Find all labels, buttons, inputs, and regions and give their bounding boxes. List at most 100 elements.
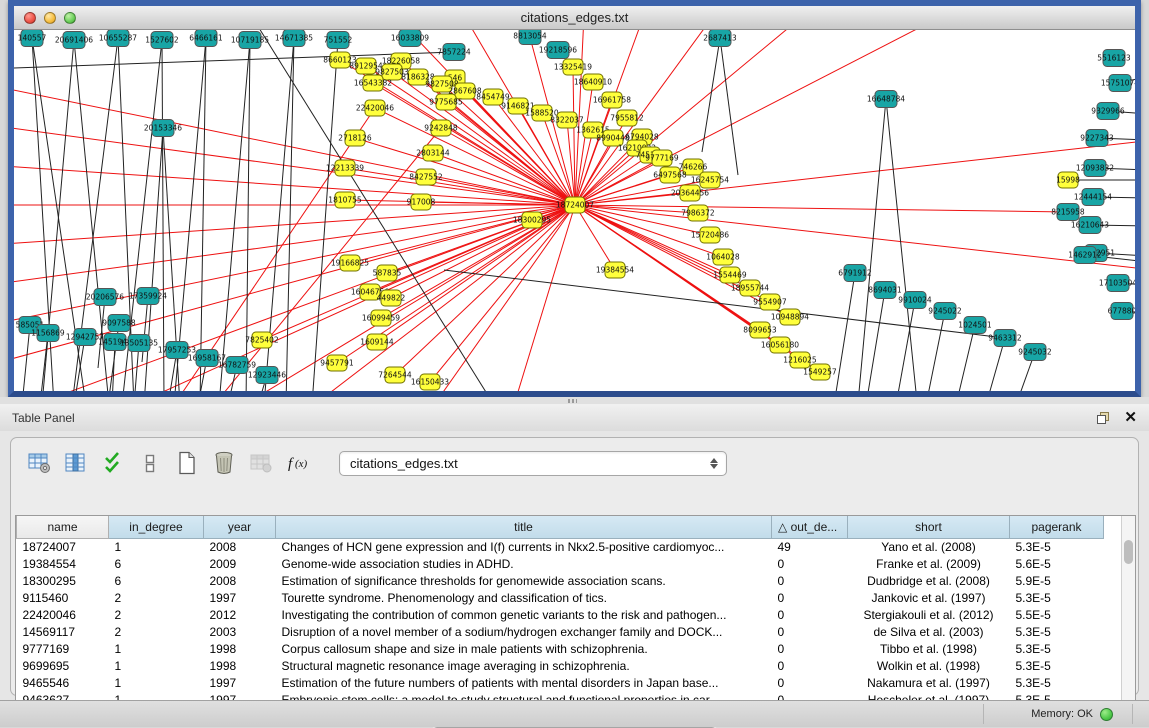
column-header-title[interactable]: title <box>276 516 772 538</box>
table-cell: Tourette syndrome. Phenomenology and cla… <box>276 589 772 606</box>
graph-edge[interactable] <box>859 99 886 391</box>
table-scrollbar-thumb[interactable] <box>1124 540 1133 564</box>
table-cell: Nakamura et al. (1997) <box>848 674 1010 691</box>
apply-checks-button[interactable] <box>101 451 125 475</box>
graph-edge[interactable] <box>575 205 1068 212</box>
table-row[interactable]: 1456911722003Disruption of a novel membe… <box>17 623 1123 640</box>
network-view-window: citations_edges.txt 14055720691406106552… <box>8 0 1141 397</box>
column-header-year[interactable]: year <box>204 516 276 538</box>
graph-edge[interactable] <box>866 290 885 391</box>
splitter-handle-icon[interactable] <box>568 399 577 403</box>
table-cell: 2 <box>109 623 204 640</box>
graph-edge[interactable] <box>14 205 575 285</box>
table-cell: 5.3E-5 <box>1010 640 1104 657</box>
graph-node-label: 10655287 <box>99 34 137 43</box>
memory-ok-indicator[interactable] <box>1100 708 1113 721</box>
column-header-filler <box>1104 516 1123 538</box>
table-row[interactable]: 911546021997Tourette syndrome. Phenomeno… <box>17 589 1123 606</box>
table-cell: 0 <box>772 674 848 691</box>
graph-edge[interactable] <box>926 311 945 391</box>
graph-node-label: 12444154 <box>1074 193 1112 202</box>
clear-cells-button[interactable] <box>138 451 162 475</box>
network-canvas-area[interactable]: 1405572069140610655287152760264661611071… <box>14 30 1135 391</box>
graph-edge[interactable] <box>720 38 738 175</box>
table-row[interactable]: 1830029562008Estimation of significance … <box>17 572 1123 589</box>
column-browser-button[interactable] <box>64 451 88 475</box>
graph-edge[interactable] <box>14 205 575 245</box>
table-cell: 2008 <box>204 538 276 555</box>
table-cell: 1 <box>109 640 204 657</box>
column-header-short[interactable]: short <box>848 516 1010 538</box>
table-cell: 6 <box>109 555 204 572</box>
graph-node-label: 9463312 <box>988 334 1022 343</box>
table-cell: 9699695 <box>17 657 109 674</box>
svg-text:f: f <box>288 456 294 472</box>
table-cell <box>1104 674 1123 691</box>
table-cell <box>1104 606 1123 623</box>
graph-node-label: 1549257 <box>803 368 837 377</box>
table-selector-dropdown[interactable]: citations_edges.txt <box>339 451 727 476</box>
table-panel-box: f (x) citations_edges.txt namein_degreey… <box>10 437 1139 696</box>
table-row[interactable]: 2242004622012Investigating the contribut… <box>17 606 1123 623</box>
graph-edge[interactable] <box>896 300 915 391</box>
table-row[interactable]: 1872400712008Changes of HCN gene express… <box>17 538 1123 555</box>
close-panel-button[interactable]: ✕ <box>1124 410 1137 425</box>
graph-edge[interactable] <box>162 40 164 391</box>
graph-node-label: 16150433 <box>411 378 449 387</box>
table-row[interactable]: 1938455462009Genome-wide association stu… <box>17 555 1123 572</box>
delete-table-button[interactable] <box>212 451 236 475</box>
column-header-name[interactable]: name <box>17 516 109 538</box>
table-cell: 0 <box>772 657 848 674</box>
graph-node-label: 8215958 <box>1051 208 1085 217</box>
graph-node-label: 751552 <box>324 36 353 45</box>
graph-edge[interactable] <box>834 273 855 391</box>
graph-edge[interactable] <box>142 296 148 362</box>
float-panel-button[interactable] <box>1096 411 1110 425</box>
table-cell <box>1104 657 1123 674</box>
graph-node-label: 19166825 <box>331 259 369 268</box>
table-settings-button[interactable] <box>27 451 51 475</box>
graph-edge[interactable] <box>312 40 338 391</box>
graph-node-label: 14671385 <box>275 34 313 43</box>
window-titlebar[interactable]: citations_edges.txt <box>14 6 1135 30</box>
graph-edge[interactable] <box>434 205 575 391</box>
column-header-out_de[interactable]: △ out_de... <box>772 516 848 538</box>
graph-node-label: 449822 <box>377 294 406 303</box>
table-cell: 0 <box>772 589 848 606</box>
new-table-button[interactable] <box>175 451 199 475</box>
table-cell: Disruption of a novel member of a sodium… <box>276 623 772 640</box>
graph-node-label: 1156869 <box>31 329 65 338</box>
graph-node-label: 18955744 <box>731 284 769 293</box>
graph-edge[interactable] <box>244 205 575 391</box>
graph-node-label: 8099653 <box>743 326 777 335</box>
graph-edge[interactable] <box>956 325 975 391</box>
graph-edge[interactable] <box>22 325 30 391</box>
graph-node-label: 12923446 <box>248 371 286 380</box>
graph-edge[interactable] <box>514 205 575 391</box>
table-selector-value: citations_edges.txt <box>346 456 710 471</box>
graph-node-label: 18640910 <box>574 78 612 87</box>
graph-node-label: 16961758 <box>593 96 631 105</box>
function-builder-icon: f (x) <box>286 453 316 473</box>
graph-node-label: 9242848 <box>424 124 458 133</box>
table-scrollbar[interactable] <box>1121 516 1135 705</box>
graph-node-label: 1216025 <box>783 356 817 365</box>
table-row[interactable]: 977716911998Corpus callosum shape and si… <box>17 640 1123 657</box>
clear-cells-icon <box>143 452 157 474</box>
table-row[interactable]: 946554611997Estimation of the future num… <box>17 674 1123 691</box>
graph-node-label: 9245022 <box>928 307 962 316</box>
table-cell: 9465546 <box>17 674 109 691</box>
graph-edge[interactable] <box>886 99 916 391</box>
function-builder-button[interactable]: f (x) <box>286 451 316 475</box>
column-header-pagerank[interactable]: pagerank <box>1010 516 1104 538</box>
graph-node-label: 20691406 <box>55 36 93 45</box>
table-cell: Estimation of the future numbers of pati… <box>276 674 772 691</box>
column-header-in_degree[interactable]: in_degree <box>109 516 204 538</box>
network-graph[interactable]: 1405572069140610655287152760264661611071… <box>14 30 1135 391</box>
panel-splitter[interactable] <box>0 397 1149 404</box>
graph-node-label: 6791912 <box>838 269 872 278</box>
graph-node-label: 1609144 <box>360 338 394 347</box>
table-row[interactable]: 969969511998Structural magnetic resonanc… <box>17 657 1123 674</box>
graph-edge[interactable] <box>441 128 575 205</box>
delete-column-button[interactable] <box>249 451 273 475</box>
